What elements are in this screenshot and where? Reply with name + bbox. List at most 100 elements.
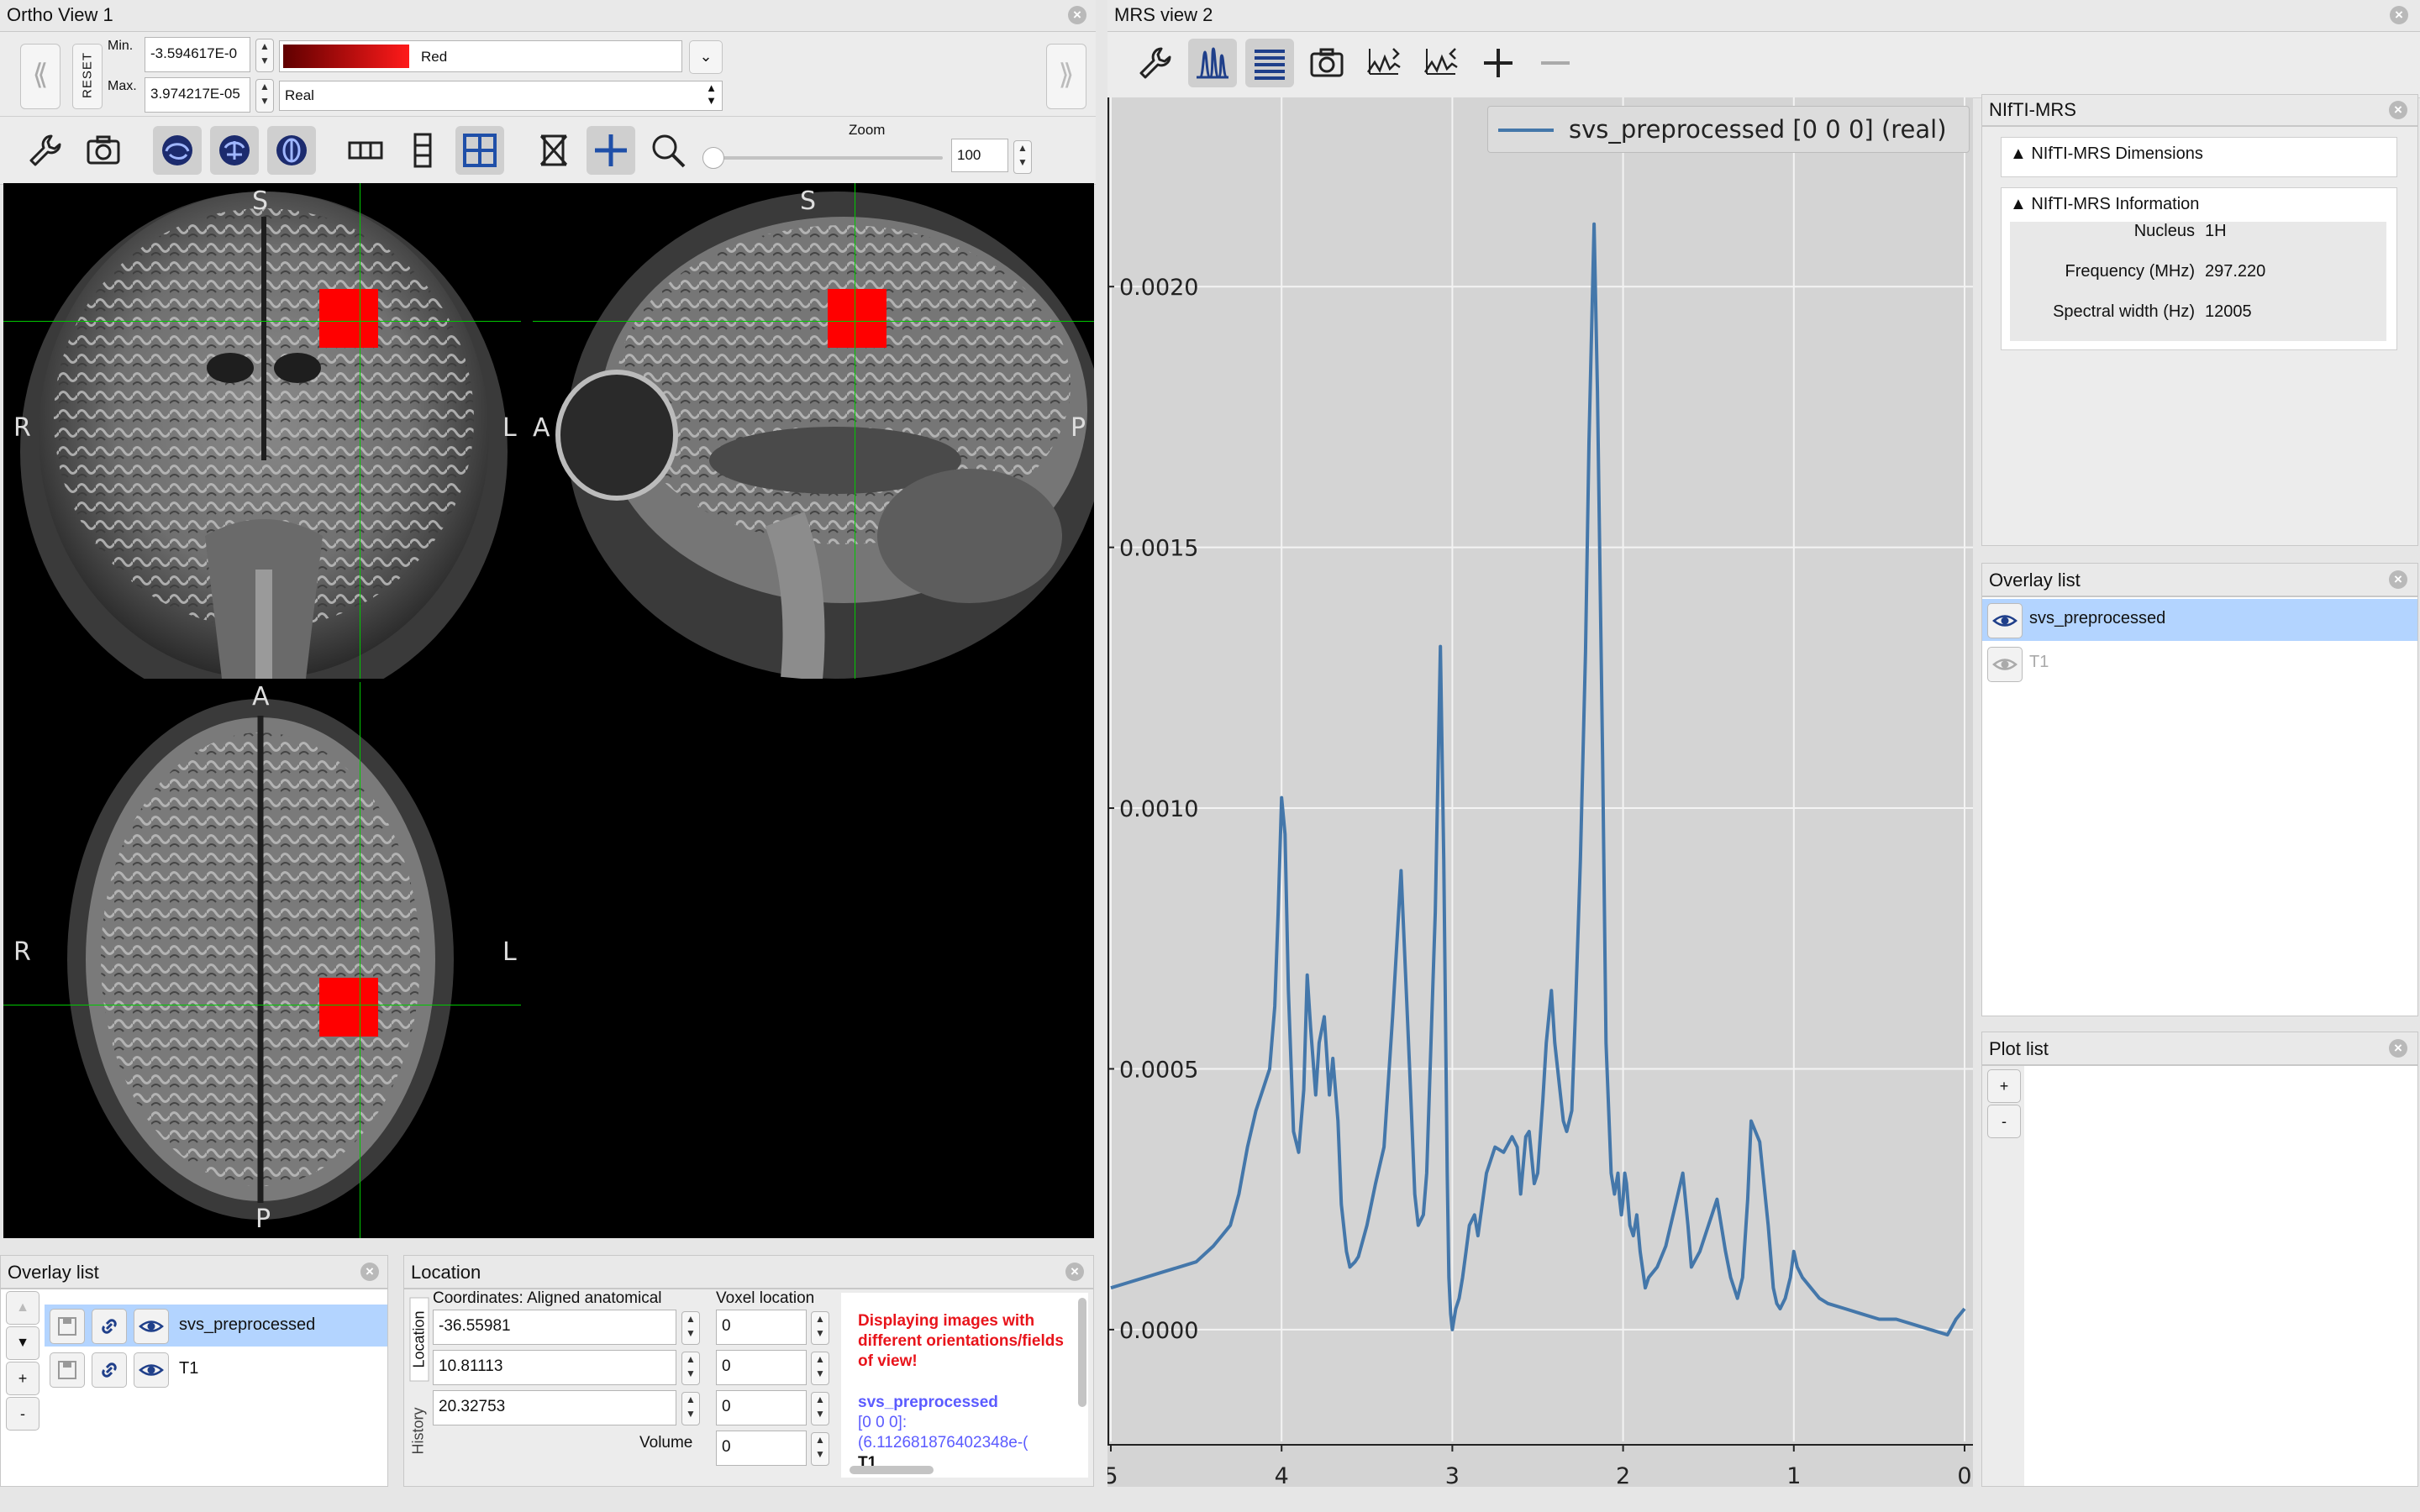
coronal-view[interactable] [3,183,521,679]
vertical-layout-icon[interactable] [398,126,447,175]
max-value-field[interactable]: 3.974217E-05 [145,77,250,113]
coronal-view-icon[interactable] [210,126,259,175]
reset-button[interactable]: RESET [72,44,103,109]
voxel-x-field[interactable]: 0 [716,1310,807,1345]
x-tick-label: 1 [1786,1463,1801,1487]
voxel-y-field[interactable]: 0 [716,1350,807,1385]
save-icon[interactable] [50,1352,85,1388]
add-plot-icon[interactable] [1474,39,1523,87]
eye-icon[interactable] [134,1352,169,1388]
zoom-value-field[interactable]: 100 [951,139,1008,172]
series-line [1110,222,1966,1337]
link-icon[interactable] [92,1309,127,1344]
camera-icon[interactable] [1302,39,1351,87]
coord-z-spinner[interactable]: ▲ ▼ [681,1392,700,1425]
location-info-box: Displaying images with different orienta… [841,1293,1088,1478]
nifti-dimensions-section[interactable]: ▲ NIfTI-MRS Dimensions [2001,137,2397,177]
max-spinner[interactable]: ▲ ▼ [255,79,274,113]
y-tick-label: 0.0010 [1119,796,1198,822]
zoom-slider-handle[interactable] [702,147,724,169]
x-tick-label: 2 [1616,1463,1630,1487]
volume-field[interactable]: 0 [716,1431,807,1466]
axial-view-icon[interactable] [267,126,316,175]
eye-icon[interactable] [1987,603,2023,638]
move-down-button[interactable]: ▼ [6,1326,39,1360]
voxel-y-spinner[interactable]: ▲ ▼ [811,1352,829,1385]
mode-select[interactable]: Real ▲ ▼ [279,81,723,111]
collapse-right-button[interactable]: ⟫ [1046,44,1086,109]
save-icon[interactable] [50,1309,85,1344]
plot-remove-button[interactable]: - [1987,1105,2021,1138]
axial-brain-image [67,699,454,1220]
wrench-icon[interactable] [1131,39,1180,87]
coord-x-spinner[interactable]: ▲ ▼ [681,1311,700,1345]
tab-location[interactable]: Location [409,1297,429,1382]
coord-y-spinner[interactable]: ▲ ▼ [681,1352,700,1385]
crosshair-toggle-icon[interactable] [587,126,635,175]
sagittal-view-icon[interactable] [153,126,202,175]
remove-plot-icon[interactable] [1531,39,1580,87]
voxel-z-field[interactable]: 0 [716,1390,807,1425]
list-lines-icon[interactable] [1245,39,1294,87]
camera-icon[interactable] [79,126,128,175]
eye-hidden-icon[interactable] [1987,647,2023,682]
x-tick-label: 4 [1275,1463,1289,1487]
mrs-plot-area[interactable]: 5 4 3 2 1 0 0.0000 0.0005 0.0010 0.0015 0.0020 svs… [1107,97,1973,1487]
overlay-name: svs_preprocessed [179,1315,316,1334]
move-up-button[interactable]: ▲ [6,1291,39,1325]
colormap-select[interactable]: Red [279,40,682,72]
plot-add-button[interactable]: + [1987,1069,2021,1103]
info-vertical-scrollbar[interactable] [1078,1298,1086,1407]
colormap-dropdown-button[interactable]: ⌄ [689,40,723,74]
y-tick-label: 0.0015 [1119,536,1198,562]
overlay-right-row-svs[interactable]: svs_preprocessed [1982,599,2417,641]
mrs-close-icon[interactable]: × [2390,6,2408,24]
overlay-right-name: svs_preprocessed [2029,609,2166,627]
import-data-icon[interactable] [1417,39,1465,87]
coord-y-field[interactable]: 10.81113 [433,1350,676,1385]
info-horizontal-scrollbar[interactable] [850,1466,934,1474]
plot-list-body: + - [1981,1065,2418,1487]
zoom-spinner[interactable]: ▲ ▼ [1013,140,1032,174]
spectrum-icon[interactable] [1188,39,1237,87]
link-icon[interactable] [92,1352,127,1388]
location-close-icon[interactable]: × [1065,1263,1084,1281]
overlay-right-row-t1[interactable]: T1 [1982,643,2417,685]
nifti-information-section[interactable]: ▲ NIfTI-MRS Information Nucleus 1H Frequ… [2001,187,2397,350]
overlay-row-t1[interactable]: T1 [45,1348,387,1390]
overlay-right-name: T1 [2029,653,2049,671]
grid-layout-icon[interactable] [455,126,504,175]
remove-overlay-button[interactable]: - [6,1397,39,1431]
ortho-close-icon[interactable]: × [1068,6,1086,24]
spectrum-chart: 5 4 3 2 1 0 0.0000 0.0005 0.0010 0.0015 0.0020 [1107,97,1973,1487]
overlay-list-right-title-bar: Overlay list [1981,563,2418,596]
axial-view[interactable] [3,682,521,1238]
overlay-row-svs[interactable]: svs_preprocessed [45,1305,387,1347]
export-data-icon[interactable] [1360,39,1408,87]
ortho-title-bar: Ortho View 1 [0,0,1096,32]
min-spinner[interactable]: ▲ ▼ [255,39,274,72]
coord-z-field[interactable]: 20.32753 [433,1390,676,1425]
volume-spinner[interactable]: ▲ ▼ [811,1432,829,1466]
min-value-field[interactable]: -3.594617E-0 [145,37,250,72]
plot-list-close-icon[interactable]: × [2389,1039,2407,1058]
sagittal-view[interactable] [533,183,1094,679]
nifti-close-icon[interactable]: × [2389,101,2407,119]
voxel-z-spinner[interactable]: ▲ ▼ [811,1392,829,1425]
voxel-x-spinner[interactable]: ▲ ▼ [811,1311,829,1345]
spectral-width-key: Spectral width (Hz) [2053,302,2195,321]
x-tick-label: 5 [1107,1463,1118,1487]
movie-mode-icon[interactable] [529,126,578,175]
overlay-list-right-close-icon[interactable]: × [2389,570,2407,589]
overlay-list-close-icon[interactable]: × [360,1263,379,1281]
add-overlay-button[interactable]: + [6,1362,39,1395]
horizontal-layout-icon[interactable] [341,126,390,175]
coord-x-field[interactable]: -36.55981 [433,1310,676,1345]
tab-history[interactable]: History [410,1390,428,1473]
zoom-icon[interactable] [644,126,692,175]
x-tick-label: 3 [1445,1463,1460,1487]
wrench-icon[interactable] [21,126,70,175]
eye-icon[interactable] [134,1309,169,1344]
collapse-left-button[interactable]: ⟪ [20,44,60,109]
x-tick-label: 0 [1957,1463,1971,1487]
